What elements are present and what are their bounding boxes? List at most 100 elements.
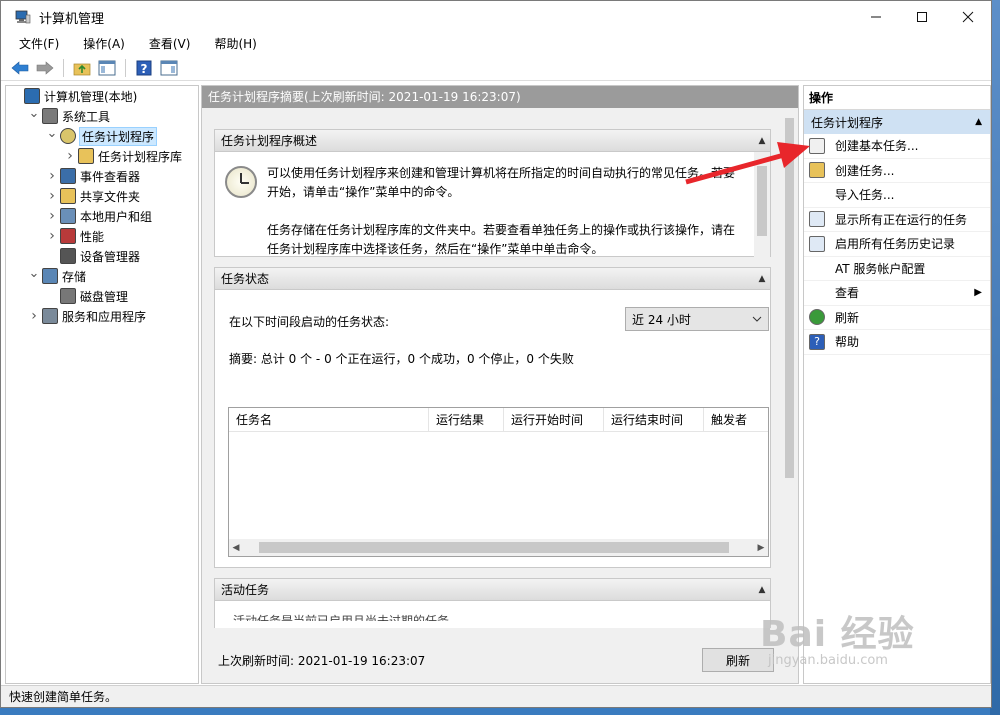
expand-closed-icon[interactable]: › [46, 166, 58, 186]
collapse-up-icon[interactable]: ▲ [754, 585, 770, 595]
back-arrow-icon [11, 60, 29, 75]
show-action-pane-button[interactable] [158, 57, 180, 79]
console-tree: 计算机管理(本地) ⌄ 系统工具 ⌄ 任务计划程序 › 任务计划程序库 › 事件查看器 › 共享文件… [5, 85, 199, 684]
tree-item[interactable]: › 共享文件夹 [6, 186, 198, 206]
tree-item[interactable]: › 任务计划程序库 [6, 146, 198, 166]
action-item-label: AT 服务帐户配置 [835, 261, 926, 276]
main-area: 计算机管理(本地) ⌄ 系统工具 ⌄ 任务计划程序 › 任务计划程序库 › 事件查看器 › 共享文件… [1, 83, 991, 684]
action-item[interactable]: 显示所有正在运行的任务 [804, 208, 990, 232]
task-status-table[interactable]: 任务名 运行结果 运行开始时间 运行结束时间 触发者 ◀ ▶ [228, 407, 769, 557]
menu-file[interactable]: 文件(F) [7, 33, 71, 55]
expand-closed-icon[interactable]: › [46, 226, 58, 246]
help-icon: ? [809, 333, 825, 350]
status-bar: 快速创建简单任务。 [1, 685, 991, 707]
expand-closed-icon[interactable]: › [46, 186, 58, 206]
scroll-thumb[interactable] [259, 542, 729, 553]
minimize-button[interactable] [853, 1, 899, 33]
column-task-name[interactable]: 任务名 [229, 408, 429, 431]
blank-icon [809, 187, 825, 203]
computer-management-window: 计算机管理 文件(F) 操作(A) 查看(V) 帮助(H) ? 计算机管理(本地… [0, 0, 992, 708]
tree-item[interactable]: › 服务和应用程序 [6, 306, 198, 326]
window-title: 计算机管理 [39, 11, 105, 27]
scroll-left-icon[interactable]: ◀ [229, 543, 243, 553]
center-vertical-scrollbar[interactable] [781, 108, 798, 628]
folder-clock-icon [78, 148, 94, 164]
task-status-section: 任务状态 ▲ 在以下时间段启动的任务状态: 近 24 小时 摘要: 总计 0 个… [214, 267, 771, 568]
task-status-header[interactable]: 任务状态 ▲ [215, 268, 770, 290]
action-item-label: 显示所有正在运行的任务 [835, 212, 968, 227]
services-icon [42, 308, 58, 324]
svg-text:?: ? [141, 62, 148, 76]
center-pane: 任务计划程序摘要(上次刷新时间: 2021-01-19 16:23:07) 任务… [201, 85, 799, 684]
shared-folder-icon [60, 188, 76, 204]
baidu-watermark: Bai 经验 jingyan.baidu.com [760, 605, 915, 668]
storage-icon [42, 268, 58, 284]
active-tasks-title: 活动任务 [221, 583, 270, 597]
action-item[interactable]: 查看 ▶ [804, 281, 990, 306]
action-item-label: 创建任务... [835, 163, 895, 178]
period-value: 近 24 小时 [632, 312, 691, 327]
column-run-start[interactable]: 运行开始时间 [504, 408, 604, 431]
tree-item[interactable]: ⌄ 存储 [6, 266, 198, 286]
column-run-result[interactable]: 运行结果 [429, 408, 504, 431]
column-run-end[interactable]: 运行结束时间 [604, 408, 704, 431]
expand-open-icon[interactable]: ⌄ [28, 103, 40, 123]
show-hide-tree-button[interactable] [96, 57, 118, 79]
action-item[interactable]: 创建任务... [804, 159, 990, 183]
maximize-button[interactable] [899, 1, 945, 33]
tree-item[interactable]: › 性能 [6, 226, 198, 246]
back-button[interactable] [9, 57, 31, 79]
menu-view[interactable]: 查看(V) [137, 33, 203, 55]
tree-item[interactable]: › 事件查看器 [6, 166, 198, 186]
title-bar[interactable]: 计算机管理 [1, 1, 991, 33]
expand-open-icon[interactable]: ⌄ [28, 263, 40, 283]
tree-item[interactable]: ⌄ 系统工具 [6, 106, 198, 126]
up-level-button[interactable] [71, 57, 93, 79]
expand-open-icon[interactable]: ⌄ [46, 123, 58, 143]
action-item[interactable]: 创建基本任务... [804, 134, 990, 159]
tree-item[interactable]: ⌄ 任务计划程序 [6, 126, 198, 146]
action-item[interactable]: 启用所有任务历史记录 [804, 232, 990, 257]
action-item-label: 导入任务... [835, 188, 895, 203]
action-item[interactable]: 刷新 [804, 306, 990, 330]
menu-help[interactable]: 帮助(H) [202, 33, 268, 55]
active-tasks-header[interactable]: 活动任务 ▲ [215, 579, 770, 601]
expand-closed-icon[interactable]: › [28, 306, 40, 326]
scroll-right-icon[interactable]: ▶ [754, 543, 768, 553]
tools-icon [42, 108, 58, 124]
event-viewer-icon [60, 168, 76, 184]
status-summary: 摘要: 总计 0 个 - 0 个正在运行，0 个成功，0 个停止，0 个失败 [229, 352, 574, 366]
action-item[interactable]: ? 帮助 [804, 330, 990, 355]
menu-action[interactable]: 操作(A) [71, 33, 137, 55]
action-item[interactable]: AT 服务帐户配置 [804, 257, 990, 281]
action-item-label: 启用所有任务历史记录 [835, 237, 956, 252]
column-triggered-by[interactable]: 触发者 [704, 408, 768, 431]
action-list: 创建基本任务... 创建任务... 导入任务... 显示所有正在运行的任务 启用所有任务… [804, 134, 990, 355]
tree-item[interactable]: 磁盘管理 [6, 286, 198, 306]
chevron-down-icon [752, 316, 762, 322]
menu-bar: 文件(F) 操作(A) 查看(V) 帮助(H) [1, 33, 991, 55]
center-pane-header: 任务计划程序摘要(上次刷新时间: 2021-01-19 16:23:07) [202, 86, 798, 108]
period-dropdown[interactable]: 近 24 小时 [625, 307, 769, 331]
collapse-up-icon[interactable]: ▲ [754, 136, 770, 146]
help-button[interactable]: ? [133, 57, 155, 79]
forward-arrow-icon [36, 60, 54, 75]
action-item[interactable]: 导入任务... [804, 183, 990, 208]
collapse-up-icon[interactable]: ▲ [975, 117, 982, 127]
tree-item[interactable]: › 本地用户和组 [6, 206, 198, 226]
create-basic-task-icon [809, 137, 825, 154]
table-horizontal-scrollbar[interactable]: ◀ ▶ [229, 539, 768, 556]
watermark-logo: Bai 经验 [760, 614, 915, 655]
expand-closed-icon[interactable]: › [64, 146, 76, 166]
actions-section-task-scheduler[interactable]: 任务计划程序 ▲ [804, 110, 990, 134]
forward-button[interactable] [34, 57, 56, 79]
tree-item-label: 设备管理器 [80, 249, 141, 264]
overview-scrollbar[interactable] [754, 152, 770, 257]
toolbar: ? [1, 55, 991, 81]
expand-closed-icon[interactable]: › [46, 206, 58, 226]
close-button[interactable] [945, 1, 991, 33]
overview-header[interactable]: 任务计划程序概述 ▲ [215, 130, 770, 152]
tree-item-label: 计算机管理(本地) [44, 89, 138, 104]
action-item-label: 查看 [835, 286, 860, 301]
collapse-up-icon[interactable]: ▲ [754, 274, 770, 284]
